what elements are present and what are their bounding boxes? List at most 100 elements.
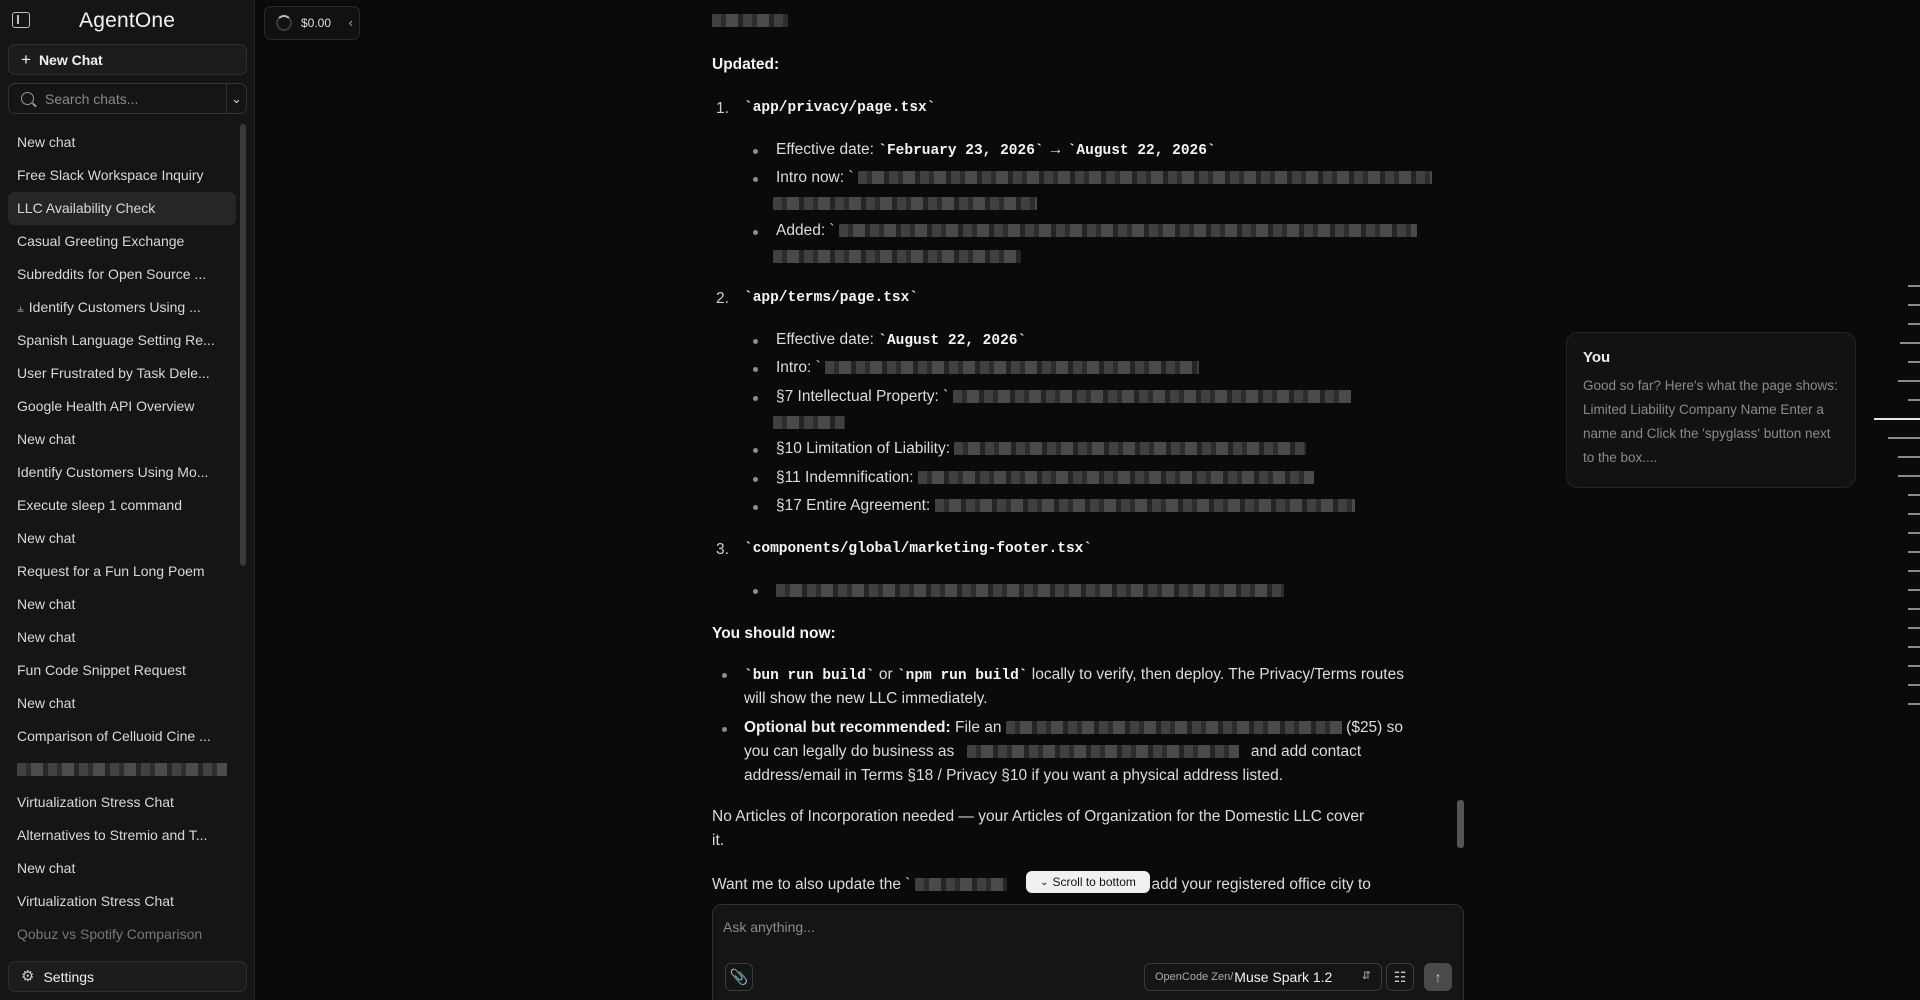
entire-agreement-label: §17 Entire Agreement: [776, 497, 931, 514]
minimap-tick[interactable] [1908, 703, 1920, 705]
sidebar-chat-item[interactable]: New chat [8, 522, 236, 555]
chat-message-area: Updated: 1. `app/privacy/page.tsx` Effec… [712, 0, 1464, 900]
text: locally to verify, then deploy. The Priv… [1031, 666, 1404, 683]
list-number: 3. [716, 541, 729, 558]
minimap-tick[interactable] [1908, 399, 1920, 401]
new-chat-button[interactable]: + New Chat [8, 44, 247, 75]
attach-button[interactable]: 📎 [725, 963, 753, 991]
sidebar-chat-item[interactable]: User Frustrated by Task Dele... [8, 357, 236, 390]
minimap-tick[interactable] [1908, 361, 1920, 363]
sidebar-chat-label: Request for a Fun Long Poem [17, 563, 205, 579]
sidebar-chat-item[interactable]: Virtualization Stress Chat [8, 786, 236, 819]
minimap-tick[interactable] [1908, 684, 1920, 686]
send-button[interactable]: ↑ [1424, 963, 1452, 991]
sidebar: AgentOne + New Chat ⌄ New chat Free Slack… [0, 0, 255, 1000]
sidebar-chat-label: Free Slack Workspace Inquiry [17, 167, 204, 183]
app-title: AgentOne [79, 9, 176, 32]
sidebar-chat-item[interactable]: New chat [8, 687, 236, 720]
chevron-down-icon: ⌄ [1040, 876, 1049, 888]
sidebar-chat-item[interactable]: New chat [8, 852, 236, 885]
minimap-tick[interactable] [1908, 513, 1920, 515]
minimap-tick[interactable] [1908, 532, 1920, 534]
sidebar-chat-item[interactable]: LLC Availability Check [8, 192, 236, 225]
sidebar-chat-item[interactable] [8, 753, 236, 786]
sidebar-toggle-icon[interactable] [12, 12, 30, 28]
text: ($25) so [1346, 719, 1404, 736]
model-selector[interactable]: OpenCode Zen/ Muse Spark 1.2 ⇵ [1144, 963, 1382, 991]
minimap-tick[interactable] [1908, 646, 1920, 648]
message-scrollbar[interactable] [1457, 800, 1464, 848]
minimap-tick[interactable] [1908, 494, 1920, 496]
sidebar-chat-label: New chat [17, 431, 76, 447]
sidebar-chat-item[interactable]: Subreddits for Open Source ... [8, 258, 236, 291]
minimap-tick[interactable] [1908, 665, 1920, 667]
minimap-tick[interactable] [1888, 437, 1920, 439]
settings-sliders-button[interactable]: ☷ [1386, 963, 1414, 991]
sidebar-chat-item[interactable]: Free Slack Workspace Inquiry [8, 159, 236, 192]
message-input[interactable] [723, 913, 1443, 941]
list-item: §10 Limitation of Liability: [776, 440, 1307, 458]
minimap-tick[interactable] [1908, 627, 1920, 629]
ip-label: §7 Intellectual Property: ` [776, 388, 949, 405]
sidebar-chat-label: Fun Code Snippet Request [17, 662, 186, 678]
sidebar-scrollbar[interactable] [240, 124, 246, 566]
sidebar-chat-item[interactable]: Spanish Language Setting Re... [8, 324, 236, 357]
paragraph: No Articles of Incorporation needed — yo… [712, 808, 1365, 825]
list-item: Effective date: `August 22, 2026` [776, 331, 1026, 349]
minimap-tick[interactable] [1898, 456, 1920, 458]
list-item: `bun run build` or `npm run build` local… [744, 666, 1404, 684]
plus-icon: + [21, 50, 31, 69]
sidebar-chat-label: LLC Availability Check [17, 200, 156, 216]
list-item: §7 Intellectual Property: ` [776, 388, 1351, 406]
bullet [753, 396, 758, 401]
sidebar-chat-item[interactable]: Fun Code Snippet Request [8, 654, 236, 687]
list-item-continuation: you can legally do business as and add c… [744, 743, 1361, 761]
redacted-text [934, 499, 1355, 513]
search-filter-chevron-down-icon[interactable]: ⌄ [226, 84, 246, 113]
sidebar-chat-item[interactable]: New chat [8, 423, 236, 456]
list-item: §11 Indemnification: [776, 469, 1314, 487]
sidebar-chat-item[interactable]: New chat [8, 126, 236, 159]
sidebar-chat-item[interactable]: Qobuz vs Spotify Comparison [8, 918, 236, 946]
minimap-tick[interactable] [1908, 285, 1920, 287]
minimap-tick[interactable] [1908, 551, 1920, 553]
sidebar-chat-item[interactable]: Request for a Fun Long Poem [8, 555, 236, 588]
sidebar-chat-item[interactable]: ⫨ Identify Customers Using ... [8, 291, 236, 324]
user-message-preview-card[interactable]: You Good so far? Here's what the page sh… [1566, 332, 1856, 488]
added-label: Added: ` [776, 222, 835, 239]
minimap-tick[interactable] [1908, 608, 1920, 610]
list-number: 2. [716, 290, 729, 307]
minimap-tick[interactable] [1908, 570, 1920, 572]
cost-indicator[interactable]: $0.00 ‹ [264, 6, 360, 40]
text: you can legally do business as [744, 743, 955, 760]
minimap-tick[interactable] [1908, 304, 1920, 306]
sidebar-chat-label: Execute sleep 1 command [17, 497, 182, 513]
conversation-minimap[interactable] [1870, 285, 1920, 725]
sidebar-chat-item[interactable]: Google Health API Overview [8, 390, 236, 423]
redacted-text [825, 361, 1200, 375]
settings-button[interactable]: ⚙ Settings [8, 961, 247, 992]
sidebar-chat-item[interactable]: New chat [8, 621, 236, 654]
minimap-tick[interactable] [1900, 342, 1920, 344]
redacted-text [857, 171, 1432, 185]
sidebar-chat-item[interactable]: Execute sleep 1 command [8, 489, 236, 522]
redacted-text [952, 390, 1351, 404]
search-input[interactable] [34, 84, 226, 113]
intro-label: Intro: ` [776, 359, 821, 376]
sidebar-chat-item[interactable]: Alternatives to Stremio and T... [8, 819, 236, 852]
sidebar-chat-item[interactable]: Casual Greeting Exchange [8, 225, 236, 258]
sidebar-chat-item[interactable]: Comparison of Celluoid Cine ... [8, 720, 236, 753]
scroll-to-bottom-button[interactable]: ⌄ Scroll to bottom [1026, 871, 1150, 893]
sidebar-chat-item[interactable]: New chat [8, 588, 236, 621]
minimap-tick[interactable] [1908, 589, 1920, 591]
arrow-icon: → [1047, 141, 1064, 158]
minimap-tick[interactable] [1908, 323, 1920, 325]
text: File an [955, 719, 1002, 736]
sidebar-chat-item[interactable]: Virtualization Stress Chat [8, 885, 236, 918]
minimap-tick[interactable] [1898, 380, 1920, 382]
sidebar-chat-item[interactable]: Identify Customers Using Mo... [8, 456, 236, 489]
minimap-tick[interactable] [1874, 418, 1920, 420]
minimap-tick[interactable] [1898, 475, 1920, 477]
chevron-left-icon[interactable]: ‹ [349, 15, 353, 30]
bullet [753, 149, 758, 154]
